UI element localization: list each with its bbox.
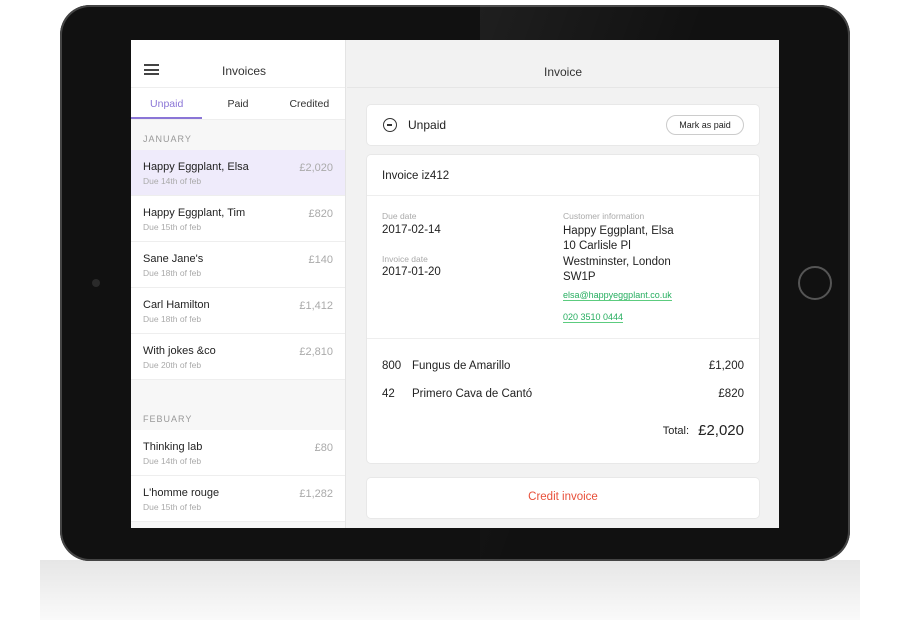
invoice-amount: £80 — [314, 442, 333, 454]
due-date: 2017-02-14 — [382, 224, 441, 236]
tablet-shadow — [40, 560, 860, 620]
line-amount: £820 — [718, 388, 744, 400]
invoice-list-item[interactable]: With jokes &co Due 20th of feb £2,810 — [131, 334, 345, 380]
line-desc: Primero Cava de Cantó — [412, 388, 533, 400]
client-name: L'homme rouge — [143, 487, 220, 499]
invoice-list-item[interactable]: Thinking lab Due 14th of feb £80 — [131, 430, 345, 476]
invoice-amount: £820 — [308, 208, 333, 220]
total-label: Total: — [662, 425, 689, 437]
customer-street: 10 Carlisle Pl — [563, 240, 631, 253]
tab-paid[interactable]: Paid — [202, 88, 273, 119]
invoice-list-item[interactable]: Happy Eggplant, Elsa Due 14th of feb £2,… — [131, 150, 345, 196]
camera-icon — [92, 279, 100, 287]
client-name: Happy Eggplant, Tim — [143, 207, 246, 219]
customer-city: Westminster, London — [563, 255, 671, 268]
tab-unpaid[interactable]: Unpaid — [131, 88, 203, 119]
detail-title: Invoice — [347, 40, 779, 88]
invoice-list-item[interactable]: L'homme rouge Due 15th of feb £1,282 — [131, 476, 345, 522]
invoice-date: 2017-01-20 — [382, 266, 441, 278]
invoice-list-item[interactable]: Happy Eggplant, Tim Due 15th of feb £820 — [131, 196, 345, 242]
minus-circle-icon — [383, 118, 397, 132]
due-text: Due 14th of feb — [143, 456, 202, 466]
line-items: 800 Fungus de Amarillo £1,200 42 Primero… — [367, 338, 759, 439]
invoice-amount: £140 — [308, 254, 333, 266]
sidebar-header: Invoices — [131, 40, 345, 88]
invoice-list-item[interactable]: Sane Jane's Due 18th of feb £140 — [131, 242, 345, 288]
client-name: Thinking lab — [143, 441, 203, 453]
customer-name: Happy Eggplant, Elsa — [563, 225, 674, 237]
due-date-label: Due date — [382, 211, 417, 221]
due-text: Due 14th of feb — [143, 176, 202, 186]
section-header: JANUARY — [143, 134, 192, 144]
due-text: Due 15th of feb — [143, 222, 202, 232]
invoice-amount: £2,020 — [299, 162, 333, 174]
due-text: Due 20th of feb — [143, 360, 202, 370]
invoice-list: JANUARY Happy Eggplant, Elsa Due 14th of … — [131, 120, 345, 522]
invoice-sidebar: Invoices Unpaid Paid Credited JANUARY Hap… — [131, 40, 346, 528]
client-name: Happy Eggplant, Elsa — [143, 161, 249, 173]
due-text: Due 18th of feb — [143, 268, 202, 278]
status-label: Unpaid — [408, 118, 447, 132]
status-card: Unpaid Mark as paid — [367, 105, 759, 145]
total-amount: £2,020 — [698, 422, 744, 439]
line-desc: Fungus de Amarillo — [412, 360, 511, 372]
home-button[interactable] — [798, 266, 832, 300]
screen: Invoices Unpaid Paid Credited JANUARY Hap… — [131, 40, 779, 528]
tab-credited[interactable]: Credited — [274, 88, 345, 119]
invoice-list-item[interactable]: Carl Hamilton Due 18th of feb £1,412 — [131, 288, 345, 334]
invoice-amount: £1,412 — [299, 300, 333, 312]
invoice-title: Invoice iz412 — [367, 155, 759, 196]
customer-info-label: Customer information — [563, 211, 645, 221]
customer-postcode: SW1P — [563, 270, 596, 283]
credit-invoice-button[interactable]: Credit invoice — [367, 478, 759, 518]
customer-email-link[interactable]: elsa@happyeggplant.co.uk — [563, 290, 672, 301]
line-qty: 42 — [382, 388, 395, 400]
invoice-amount: £2,810 — [299, 346, 333, 358]
invoice-detail: Invoice Unpaid Mark as paid Invoice iz41… — [347, 40, 779, 528]
sidebar-title: Invoices — [221, 64, 267, 78]
customer-address: Happy Eggplant, Elsa 10 Carlisle Pl West… — [563, 224, 674, 285]
invoice-card: Invoice iz412 Due date 2017-02-14 Invoic… — [367, 155, 759, 463]
line-amount: £1,200 — [708, 360, 744, 372]
customer-phone-link[interactable]: 020 3510 0444 — [563, 312, 624, 323]
invoice-amount: £1,282 — [299, 488, 333, 500]
client-name: Carl Hamilton — [143, 299, 210, 311]
section-header: FEBUARY — [143, 414, 193, 424]
invoice-date-label: Invoice date — [382, 254, 428, 264]
client-name: With jokes &co — [143, 345, 216, 357]
mark-as-paid-button[interactable]: Mark as paid — [666, 115, 744, 135]
due-text: Due 15th of feb — [143, 502, 202, 512]
client-name: Sane Jane's — [143, 253, 204, 265]
due-text: Due 18th of feb — [143, 314, 202, 324]
line-qty: 800 — [382, 360, 402, 372]
filter-tabs: Unpaid Paid Credited — [131, 88, 345, 120]
